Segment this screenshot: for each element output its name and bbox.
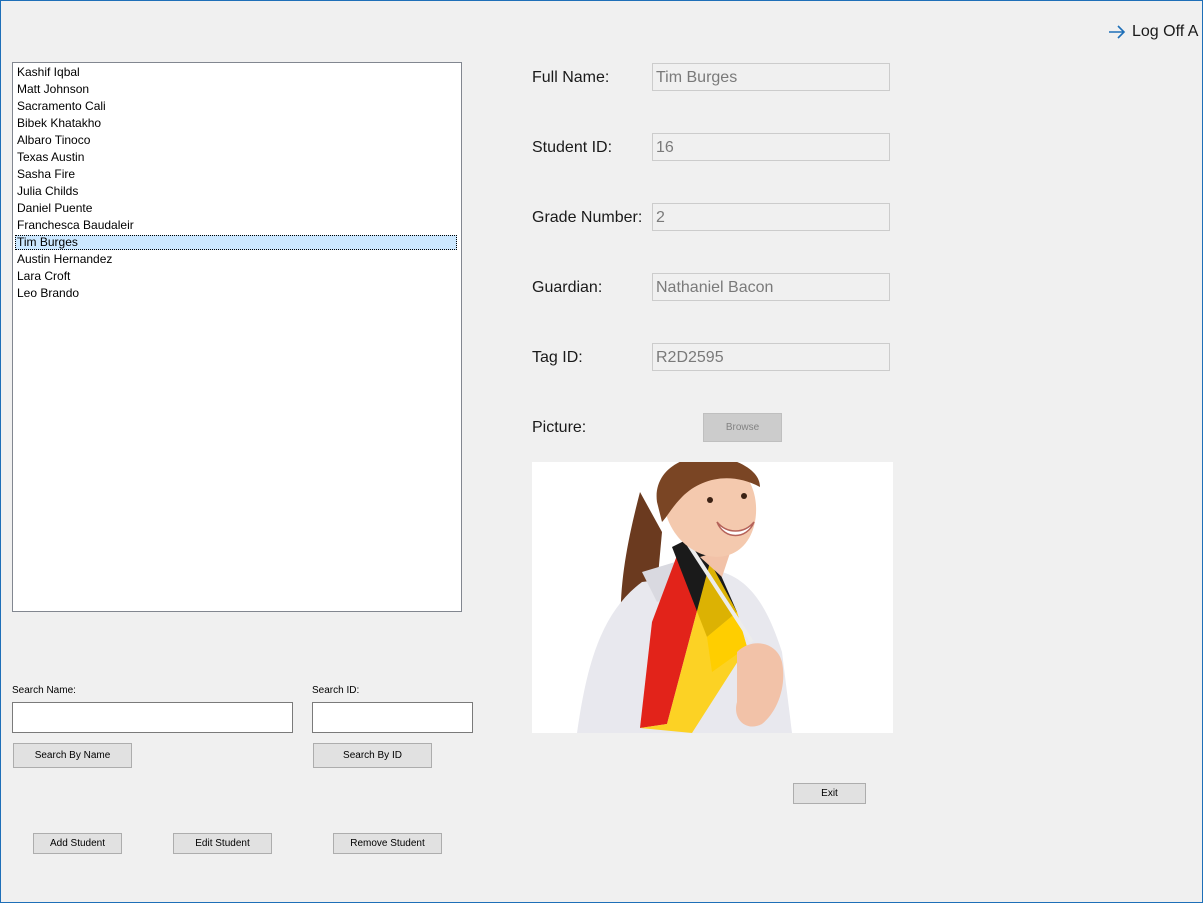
remove-student-button[interactable]: Remove Student (333, 833, 442, 854)
log-off-link[interactable]: Log Off A (1108, 23, 1198, 41)
browse-button[interactable]: Browse (703, 413, 782, 442)
search-id-input[interactable] (312, 702, 473, 733)
log-off-label: Log Off A (1132, 23, 1199, 40)
exit-button[interactable]: Exit (793, 783, 866, 804)
student-listbox[interactable]: Kashif Iqbal Matt Johnson Sacramento Cali B… (12, 62, 462, 612)
student-id-field: 16 (652, 133, 890, 161)
student-list-item[interactable]: Franchesca Baudaleir (15, 218, 457, 233)
student-list-item[interactable]: Leo Brando (15, 286, 457, 301)
student-list-item[interactable]: Sacramento Cali (15, 99, 457, 114)
edit-student-button[interactable]: Edit Student (173, 833, 272, 854)
add-student-button[interactable]: Add Student (33, 833, 122, 854)
student-id-label: Student ID: (532, 139, 613, 156)
student-list-item[interactable]: Kashif Iqbal (15, 65, 457, 80)
student-list-item[interactable]: Texas Austin (15, 150, 457, 165)
full-name-label: Full Name: (532, 69, 610, 86)
search-name-label: Search Name: (12, 685, 76, 696)
student-list-item[interactable]: Matt Johnson (15, 82, 457, 97)
student-list-item[interactable]: Austin Hernandez (15, 252, 457, 267)
tag-id-label: Tag ID: (532, 349, 583, 366)
search-name-input[interactable] (12, 702, 293, 733)
student-photo-image (532, 462, 893, 733)
student-list-item[interactable]: Tim Burges (15, 235, 457, 250)
guardian-label: Guardian: (532, 279, 603, 296)
picture-label: Picture: (532, 419, 587, 436)
search-by-name-button[interactable]: Search By Name (13, 743, 132, 768)
arrow-right-icon (1109, 25, 1126, 39)
search-by-id-button[interactable]: Search By ID (313, 743, 432, 768)
app-window: Log Off A Kashif Iqbal Matt Johnson Sacram… (0, 0, 1203, 903)
student-photo (532, 462, 893, 733)
grade-number-label: Grade Number: (532, 209, 643, 226)
search-id-label: Search ID: (312, 685, 360, 696)
student-list-item[interactable]: Julia Childs (15, 184, 457, 199)
student-list-item[interactable]: Lara Croft (15, 269, 457, 284)
student-list-item[interactable]: Albaro Tinoco (15, 133, 457, 148)
guardian-field: Nathaniel Bacon (652, 273, 890, 301)
tag-id-field: R2D2595 (652, 343, 890, 371)
student-list-item[interactable]: Sasha Fire (15, 167, 457, 182)
grade-number-field: 2 (652, 203, 890, 231)
full-name-field: Tim Burges (652, 63, 890, 91)
student-list-item[interactable]: Bibek Khatakho (15, 116, 457, 131)
student-list-item[interactable]: Daniel Puente (15, 201, 457, 216)
